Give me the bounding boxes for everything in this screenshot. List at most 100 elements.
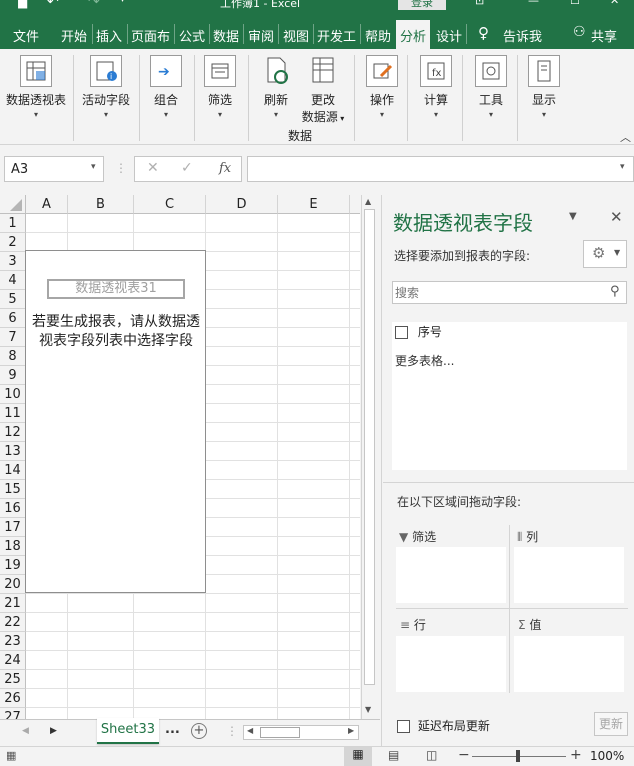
zoom-in-icon[interactable]: + [570,747,582,763]
group-button[interactable]: ➔ 组合 ▾ [148,55,184,119]
redo-icon[interactable]: ↷ [88,0,100,10]
row-header[interactable]: 22 [0,613,26,632]
macro-record-icon[interactable]: ▦ [6,749,16,762]
defer-checkbox[interactable] [397,720,410,733]
row-header[interactable]: 6 [0,309,26,328]
row-header[interactable]: 2 [0,233,26,252]
column-header[interactable] [350,195,360,214]
tab-home[interactable]: 开始 [61,26,87,45]
tell-me-search[interactable]: 告诉我 [503,26,542,45]
row-header[interactable]: 27 [0,708,26,719]
scroll-sheets-left-icon[interactable]: ◀ [22,726,29,736]
row-header[interactable]: 10 [0,385,26,404]
tab-view[interactable]: 视图 [283,26,309,45]
row-header[interactable]: 12 [0,423,26,442]
more-sheets-button[interactable]: ... [165,722,180,737]
tab-analyze[interactable]: 分析 [396,20,431,49]
zoom-level[interactable]: 100% [590,749,624,763]
minimize-icon[interactable]: — [528,0,539,7]
scrollbar-thumb[interactable] [364,209,375,685]
collapse-ribbon-icon[interactable]: ︿ [620,129,631,145]
close-window-icon[interactable]: ✕ [610,0,619,7]
row-header[interactable]: 7 [0,328,26,347]
row-header[interactable]: 18 [0,537,26,556]
field-search-box[interactable]: ⚲ [392,281,627,304]
tab-data[interactable]: 数据 [213,26,239,45]
page-break-view-icon[interactable]: ◫ [426,748,437,762]
add-sheet-icon[interactable]: + [191,723,207,739]
scroll-sheets-right-icon[interactable]: ▶ [50,726,57,736]
name-box[interactable]: A3 ▾ [4,156,104,182]
close-pane-icon[interactable]: ✕ [610,208,623,226]
cancel-icon[interactable]: ✕ [147,160,159,176]
select-all-corner[interactable] [0,195,26,214]
row-header[interactable]: 1 [0,214,26,233]
row-header[interactable]: 21 [0,594,26,613]
maximize-icon[interactable]: ☐ [570,0,580,7]
tab-developer[interactable]: 开发工 [317,26,356,45]
scroll-right-icon[interactable]: ▶ [348,726,354,735]
row-header[interactable]: 25 [0,670,26,689]
tab-page-layout[interactable]: 页面布 [131,26,170,45]
scroll-up-icon[interactable]: ▲ [365,197,371,206]
page-layout-view-icon[interactable]: ▤ [388,748,399,762]
undo-icon[interactable]: ↶ [47,0,59,10]
search-icon[interactable]: ⚲ [610,284,620,299]
row-header[interactable]: 11 [0,404,26,423]
row-header[interactable]: 15 [0,480,26,499]
tab-design[interactable]: 设计 [436,26,462,45]
row-header[interactable]: 8 [0,347,26,366]
column-header[interactable]: A [26,195,68,214]
columns-drop-area[interactable] [514,547,624,603]
calculations-button[interactable]: fx 计算 ▾ [418,55,454,119]
share-button[interactable]: 共享 [591,26,617,45]
vertical-scrollbar[interactable]: ▲ ▼ [361,195,377,719]
field-list-settings-button[interactable]: ⚙ ▼ [583,240,627,268]
field-item[interactable]: 序号 [395,323,615,341]
row-header[interactable]: 16 [0,499,26,518]
row-header[interactable]: 3 [0,252,26,271]
tab-review[interactable]: 审阅 [248,26,274,45]
values-drop-area[interactable] [514,636,624,692]
tools-button[interactable]: 工具 ▾ [473,55,509,119]
filter-drop-area[interactable] [396,547,506,603]
horizontal-scrollbar[interactable]: ◀ ▶ [243,725,359,740]
defer-layout-update[interactable]: 延迟布局更新 [397,717,490,734]
horizontal-scroll-thumb[interactable] [260,727,300,738]
field-checkbox[interactable] [395,326,408,339]
normal-view-icon[interactable]: ▦ [344,747,372,766]
column-header[interactable]: E [278,195,350,214]
column-header[interactable]: C [134,195,206,214]
zoom-slider-thumb[interactable] [516,750,520,762]
row-header[interactable]: 4 [0,271,26,290]
pane-options-chevron-icon[interactable]: ▼ [569,211,577,222]
tab-help[interactable]: 帮助 [365,26,391,45]
row-header[interactable]: 13 [0,442,26,461]
login-button[interactable]: 登录 [398,0,446,10]
more-tables-link[interactable]: 更多表格... [395,352,454,369]
pivot-table-placeholder[interactable] [25,250,206,593]
customize-toolbar-icon[interactable]: ▾ [120,0,125,5]
row-header[interactable]: 17 [0,518,26,537]
row-header[interactable]: 19 [0,556,26,575]
zoom-out-icon[interactable]: − [458,747,470,763]
actions-button[interactable]: 操作 ▾ [364,55,400,119]
field-search-input[interactable] [395,284,605,301]
row-header[interactable]: 23 [0,632,26,651]
filter-button[interactable]: 筛选 ▾ [202,55,238,119]
tab-insert[interactable]: 插入 [96,26,122,45]
row-header[interactable]: 14 [0,461,26,480]
row-header[interactable]: 24 [0,651,26,670]
column-header[interactable]: D [206,195,278,214]
column-header[interactable]: B [68,195,134,214]
update-button[interactable]: 更新 [594,712,628,736]
save-icon[interactable]: ■ [17,0,28,10]
enter-icon[interactable]: ✓ [181,160,193,176]
scroll-down-icon[interactable]: ▼ [365,705,371,714]
formula-input[interactable]: ▾ [247,156,634,182]
tab-formulas[interactable]: 公式 [179,26,205,45]
ribbon-display-icon[interactable]: ⊡ [475,0,484,7]
pivot-table-button[interactable]: 数据透视表 ▾ [4,55,68,119]
rows-drop-area[interactable] [396,636,506,692]
row-header[interactable]: 20 [0,575,26,594]
